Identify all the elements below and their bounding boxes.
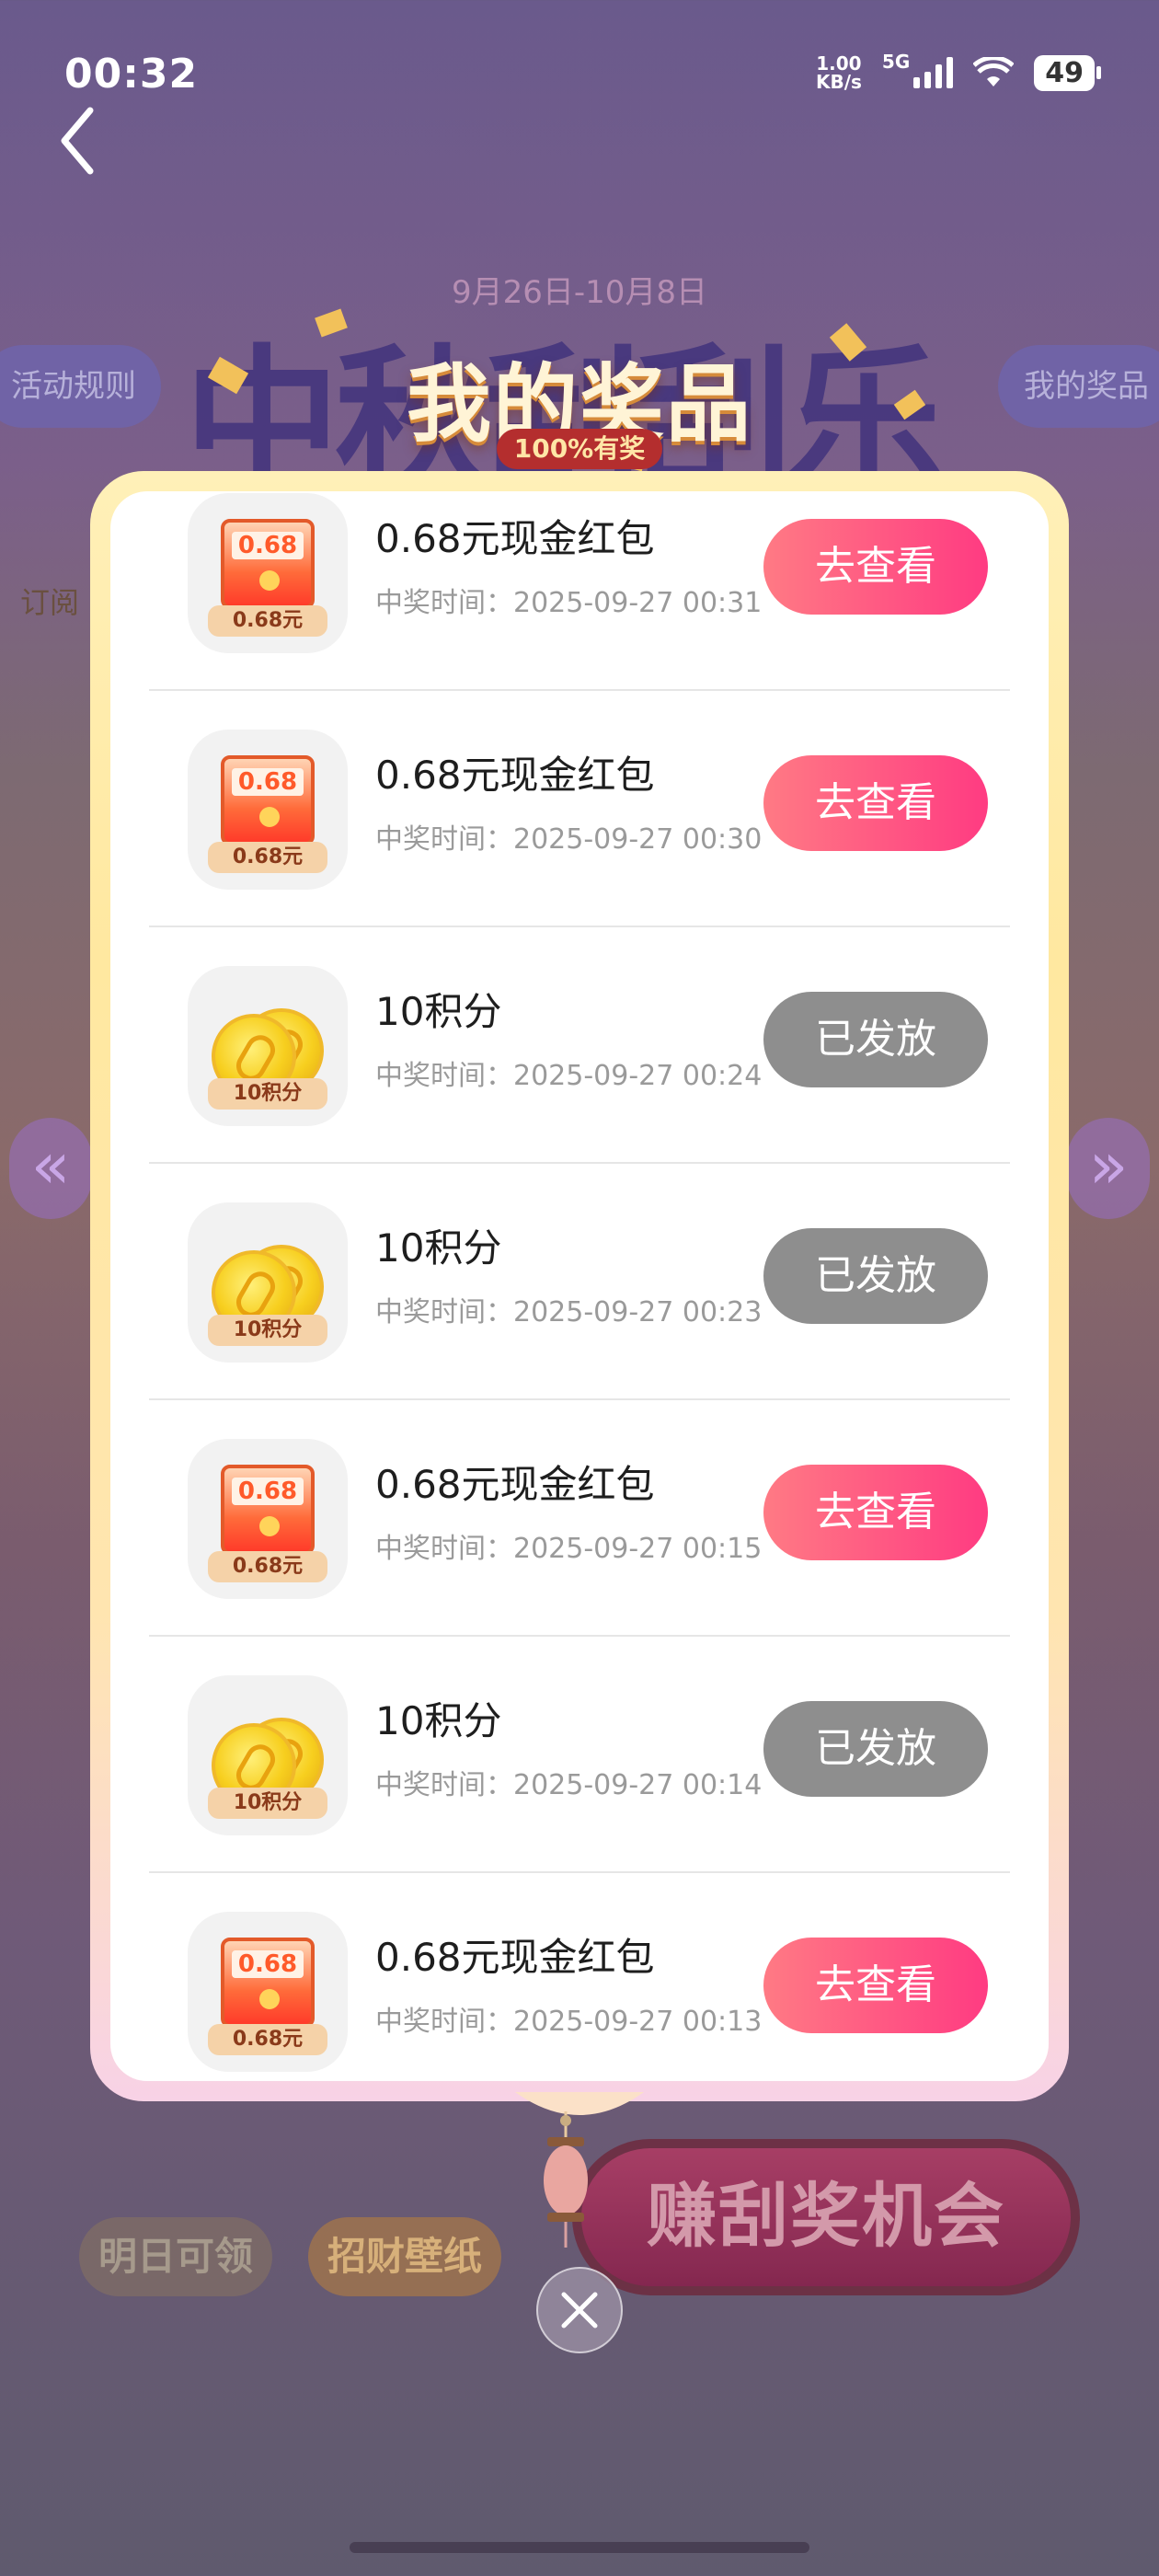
red-envelope-icon: 0.68 0.68元 (188, 493, 348, 653)
tomorrow-claim-button[interactable]: 明日可领 (79, 2217, 272, 2296)
prize-list-container[interactable]: 0.68 0.68元 0.68元现金红包 中奖时间：2025-09-27 00:31 去… (110, 491, 1049, 2081)
thumb-caption: 10积分 (208, 1788, 327, 1819)
prize-name: 10积分 (375, 1698, 502, 1743)
prize-name: 10积分 (375, 989, 502, 1034)
prize-name: 0.68元现金红包 (375, 1462, 655, 1507)
envelope-seal (259, 1989, 280, 2009)
subscribe-label[interactable]: 订阅 (20, 580, 79, 622)
prize-list: 0.68 0.68元 0.68元现金红包 中奖时间：2025-09-27 00:31 去… (110, 491, 1049, 2081)
envelope-amount: 0.68 (232, 768, 304, 796)
status-icons: 1.00 KB/s 5G 49 (815, 51, 1101, 93)
envelope-seal (259, 1516, 280, 1536)
prize-name: 0.68元现金红包 (375, 516, 655, 561)
home-indicator[interactable] (350, 2542, 809, 2553)
lantern-icon (544, 2111, 588, 2248)
envelope-amount: 0.68 (232, 1950, 304, 1978)
prize-win-time: 中奖时间：2025-09-27 00:24 (375, 1060, 763, 1092)
prev-arrow-icon[interactable]: « (9, 1118, 92, 1219)
prize-row: 0.68 0.68元 0.68元现金红包中奖时间：2025-09-27 00:30 去… (149, 691, 1010, 927)
view-prize-button[interactable]: 去查看 (763, 1465, 988, 1560)
envelope-amount: 0.68 (232, 1478, 304, 1505)
prize-win-time: 中奖时间：2025-09-27 00:14 (375, 1769, 763, 1801)
gold-coin-icon: 10积分 (188, 966, 348, 1126)
envelope-seal (259, 570, 280, 591)
prize-name: 10积分 (375, 1225, 502, 1271)
envelope-seal (259, 807, 280, 827)
thumb-caption: 0.68元 (208, 2024, 327, 2055)
view-prize-button[interactable]: 去查看 (763, 1938, 988, 2033)
wifi-icon (973, 57, 1015, 86)
signal-icon (913, 57, 954, 88)
status-time: 00:32 (64, 51, 199, 98)
earn-chances-button[interactable]: 赚刮奖机会 (572, 2139, 1080, 2295)
back-arrow-icon[interactable] (53, 99, 109, 182)
view-prize-button[interactable]: 去查看 (763, 519, 988, 615)
red-envelope-icon: 0.68 0.68元 (188, 730, 348, 890)
gold-coin-icon: 10积分 (188, 1675, 348, 1835)
net-speed: 1.00 KB/s (815, 52, 862, 93)
network-type: 5G (881, 51, 911, 73)
prize-name: 0.68元现金红包 (375, 1935, 655, 1980)
thumb-caption: 0.68元 (208, 1551, 327, 1582)
issued-status-button: 已发放 (763, 1701, 988, 1797)
thumb-caption: 10积分 (208, 1315, 327, 1346)
battery-icon: 49 (1034, 54, 1101, 91)
thumb-caption: 0.68元 (208, 605, 327, 637)
thumb-caption: 0.68元 (208, 842, 327, 873)
prize-win-time: 中奖时间：2025-09-27 00:30 (375, 823, 763, 856)
red-envelope-icon: 0.68 0.68元 (188, 1439, 348, 1599)
red-envelope-graphic: 0.68 (221, 755, 315, 845)
view-prize-button[interactable]: 去查看 (763, 755, 988, 851)
prize-win-time: 中奖时间：2025-09-27 00:31 (375, 587, 763, 619)
status-bar: 00:32 1.00 KB/s 5G 49 (64, 51, 1101, 106)
envelope-amount: 0.68 (232, 532, 304, 559)
prize-row: 10积分 10积分 中奖时间：2025-09-27 00:14 已发放 (149, 1637, 1010, 1873)
prize-row: 10积分 10积分 中奖时间：2025-09-27 00:24 已发放 (149, 927, 1010, 1164)
close-icon (561, 2292, 598, 2329)
prize-name: 0.68元现金红包 (375, 753, 655, 798)
thumb-caption: 10积分 (208, 1078, 327, 1110)
wallpaper-button[interactable]: 招财壁纸 (308, 2217, 501, 2296)
red-envelope-graphic: 0.68 (221, 519, 315, 609)
issued-status-button: 已发放 (763, 992, 988, 1087)
issued-status-button: 已发放 (763, 1228, 988, 1324)
gold-coin-icon: 10积分 (188, 1202, 348, 1363)
red-envelope-graphic: 0.68 (221, 1465, 315, 1555)
red-envelope-graphic: 0.68 (221, 1938, 315, 2028)
prize-win-time: 中奖时间：2025-09-27 00:23 (375, 1296, 763, 1328)
prize-win-time: 中奖时间：2025-09-27 00:13 (375, 2006, 763, 2038)
prize-row: 10积分 10积分 中奖时间：2025-09-27 00:23 已发放 (149, 1164, 1010, 1400)
prize-win-time: 中奖时间：2025-09-27 00:15 (375, 1533, 763, 1565)
red-envelope-icon: 0.68 0.68元 (188, 1912, 348, 2072)
next-arrow-icon[interactable]: » (1067, 1118, 1150, 1219)
prize-row: 0.68 0.68元 0.68元现金红包中奖时间：2025-09-27 00:15 去… (149, 1400, 1010, 1637)
prize-row: 0.68 0.68元 0.68元现金红包中奖时间：2025-09-27 00:31 去… (149, 491, 1010, 691)
close-modal-button[interactable] (536, 2267, 623, 2353)
prize-row: 0.68 0.68元 0.68元现金红包中奖时间：2025-09-27 00:13 去… (149, 1873, 1010, 2081)
prize-guarantee-badge: 100%有奖 (497, 429, 662, 469)
prize-modal: 0.68 0.68元 0.68元现金红包 中奖时间：2025-09-27 00:31 去… (90, 471, 1069, 2101)
